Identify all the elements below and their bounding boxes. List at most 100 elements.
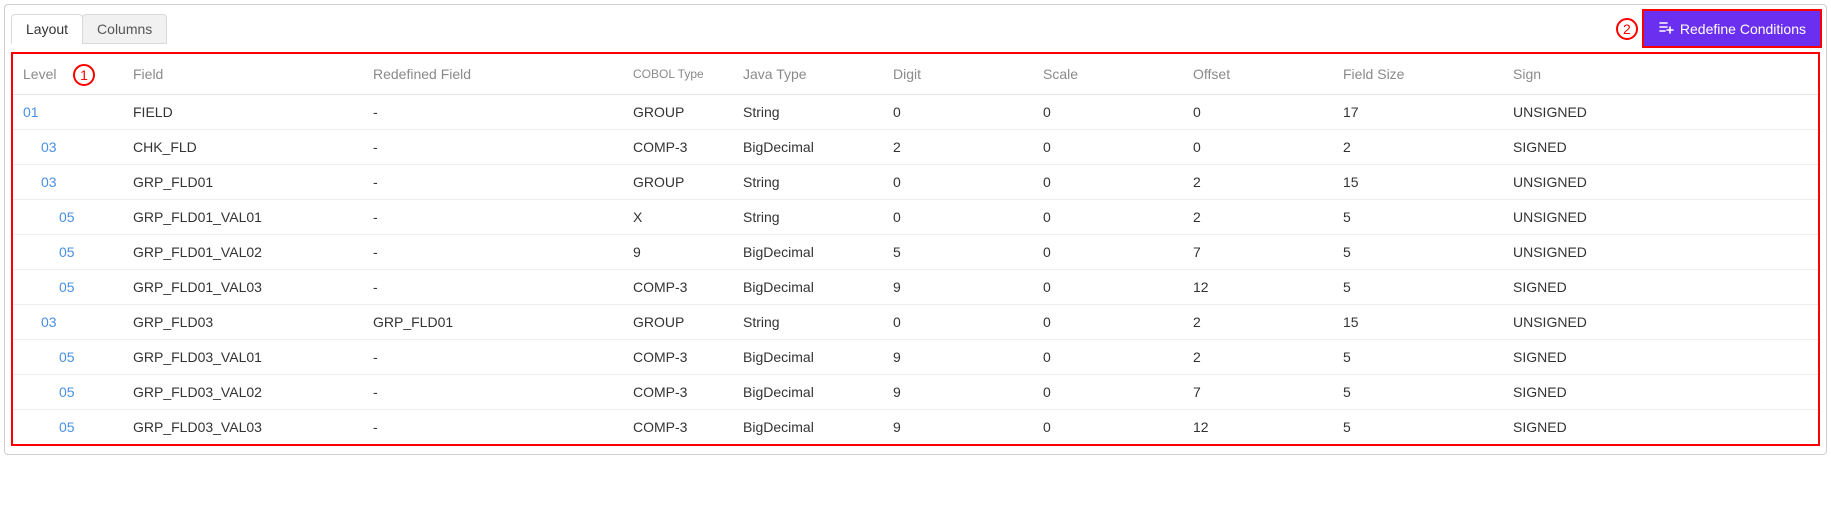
cell-redefined: - (363, 200, 623, 235)
cell-level: 05 (13, 270, 123, 305)
cell-field: GRP_FLD01_VAL02 (123, 235, 363, 270)
cell-offset: 12 (1183, 270, 1333, 305)
col-header-java[interactable]: Java Type (733, 54, 883, 95)
col-header-cobol[interactable]: COBOL Type (623, 54, 733, 95)
table-row[interactable]: 05GRP_FLD03_VAL02-COMP-3BigDecimal9075SI… (13, 375, 1818, 410)
cell-level: 05 (13, 200, 123, 235)
table-row[interactable]: 05GRP_FLD01_VAL03-COMP-3BigDecimal90125S… (13, 270, 1818, 305)
cell-digit: 9 (883, 340, 1033, 375)
cell-java: String (733, 305, 883, 340)
redefine-conditions-button[interactable]: Redefine Conditions (1644, 11, 1820, 46)
cell-redefined: - (363, 375, 623, 410)
cell-size: 5 (1333, 340, 1503, 375)
cell-java: String (733, 200, 883, 235)
cell-offset: 2 (1183, 200, 1333, 235)
tab-columns[interactable]: Columns (82, 14, 167, 44)
cell-redefined: - (363, 165, 623, 200)
cell-offset: 12 (1183, 410, 1333, 445)
cell-scale: 0 (1033, 235, 1183, 270)
col-header-offset[interactable]: Offset (1183, 54, 1333, 95)
table-container: 1 Level Field Redefined Field COBOL Type… (11, 52, 1820, 446)
tab-layout[interactable]: Layout (11, 14, 83, 44)
table-row[interactable]: 03GRP_FLD01-GROUPString00215UNSIGNED (13, 165, 1818, 200)
cell-field: GRP_FLD03_VAL01 (123, 340, 363, 375)
table-row[interactable]: 05GRP_FLD03_VAL03-COMP-3BigDecimal90125S… (13, 410, 1818, 445)
cell-scale: 0 (1033, 270, 1183, 305)
cell-offset: 7 (1183, 375, 1333, 410)
cell-sign: UNSIGNED (1503, 235, 1818, 270)
cell-sign: UNSIGNED (1503, 200, 1818, 235)
list-add-icon (1658, 19, 1674, 38)
table-row[interactable]: 05GRP_FLD03_VAL01-COMP-3BigDecimal9025SI… (13, 340, 1818, 375)
cell-digit: 0 (883, 165, 1033, 200)
cell-size: 5 (1333, 200, 1503, 235)
cell-level: 05 (13, 410, 123, 445)
cell-redefined: - (363, 410, 623, 445)
cell-cobol: COMP-3 (623, 375, 733, 410)
cell-java: BigDecimal (733, 235, 883, 270)
cell-scale: 0 (1033, 375, 1183, 410)
cell-sign: SIGNED (1503, 270, 1818, 305)
cell-scale: 0 (1033, 410, 1183, 445)
col-header-size[interactable]: Field Size (1333, 54, 1503, 95)
cell-field: CHK_FLD (123, 130, 363, 165)
redefine-label: Redefine Conditions (1680, 21, 1806, 37)
cell-offset: 0 (1183, 130, 1333, 165)
table-header-row: Level Field Redefined Field COBOL Type J… (13, 54, 1818, 95)
cell-cobol: 9 (623, 235, 733, 270)
cell-size: 15 (1333, 165, 1503, 200)
cell-field: FIELD (123, 95, 363, 130)
cell-java: BigDecimal (733, 340, 883, 375)
table-row[interactable]: 03CHK_FLD-COMP-3BigDecimal2002SIGNED (13, 130, 1818, 165)
cell-java: BigDecimal (733, 130, 883, 165)
col-header-scale[interactable]: Scale (1033, 54, 1183, 95)
cell-cobol: X (623, 200, 733, 235)
cell-sign: SIGNED (1503, 130, 1818, 165)
cell-cobol: GROUP (623, 95, 733, 130)
cell-scale: 0 (1033, 95, 1183, 130)
redefine-wrap: 2 Redefine Conditions (1616, 11, 1820, 46)
table-row[interactable]: 05GRP_FLD01_VAL01-XString0025UNSIGNED (13, 200, 1818, 235)
cell-scale: 0 (1033, 340, 1183, 375)
cell-redefined: - (363, 270, 623, 305)
cell-cobol: GROUP (623, 165, 733, 200)
callout-1: 1 (73, 64, 95, 86)
cell-size: 5 (1333, 270, 1503, 305)
col-header-level[interactable]: Level (13, 54, 123, 95)
cell-cobol: COMP-3 (623, 270, 733, 305)
cell-sign: UNSIGNED (1503, 305, 1818, 340)
cell-level: 05 (13, 375, 123, 410)
fields-table: Level Field Redefined Field COBOL Type J… (13, 54, 1818, 444)
col-header-field[interactable]: Field (123, 54, 363, 95)
layout-panel: Layout Columns 2 Redefine Conditions (4, 4, 1827, 455)
cell-digit: 2 (883, 130, 1033, 165)
cell-scale: 0 (1033, 305, 1183, 340)
cell-level: 03 (13, 130, 123, 165)
cell-sign: UNSIGNED (1503, 95, 1818, 130)
tabs: Layout Columns (11, 14, 167, 44)
table-row[interactable]: 01FIELD-GROUPString00017UNSIGNED (13, 95, 1818, 130)
cell-cobol: COMP-3 (623, 130, 733, 165)
cell-field: GRP_FLD03_VAL03 (123, 410, 363, 445)
cell-java: BigDecimal (733, 410, 883, 445)
col-header-redefined[interactable]: Redefined Field (363, 54, 623, 95)
cell-redefined: - (363, 130, 623, 165)
cell-size: 5 (1333, 410, 1503, 445)
topbar: Layout Columns 2 Redefine Conditions (11, 11, 1820, 46)
cell-sign: SIGNED (1503, 410, 1818, 445)
cell-size: 15 (1333, 305, 1503, 340)
callout-2: 2 (1616, 18, 1638, 40)
table-row[interactable]: 03GRP_FLD03GRP_FLD01GROUPString00215UNSI… (13, 305, 1818, 340)
cell-level: 03 (13, 305, 123, 340)
cell-redefined: GRP_FLD01 (363, 305, 623, 340)
cell-scale: 0 (1033, 165, 1183, 200)
table-row[interactable]: 05GRP_FLD01_VAL02-9BigDecimal5075UNSIGNE… (13, 235, 1818, 270)
cell-digit: 0 (883, 200, 1033, 235)
cell-java: String (733, 165, 883, 200)
col-header-digit[interactable]: Digit (883, 54, 1033, 95)
cell-sign: UNSIGNED (1503, 165, 1818, 200)
col-header-sign[interactable]: Sign (1503, 54, 1818, 95)
cell-sign: SIGNED (1503, 375, 1818, 410)
cell-sign: SIGNED (1503, 340, 1818, 375)
cell-level: 05 (13, 340, 123, 375)
